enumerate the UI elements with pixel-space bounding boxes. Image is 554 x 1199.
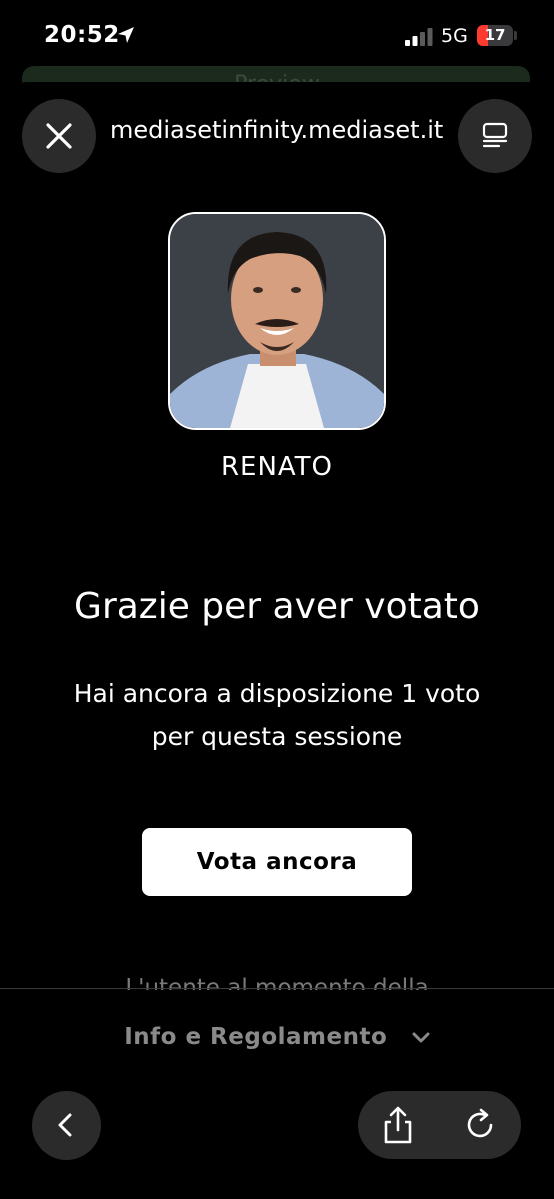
reload-icon[interactable] xyxy=(462,1107,498,1143)
reader-menu-button[interactable] xyxy=(458,99,532,173)
candidate-photo xyxy=(168,212,386,430)
chevron-down-icon xyxy=(412,1032,430,1042)
location-arrow-icon xyxy=(118,27,134,43)
info-rules-toggle[interactable]: Info e Regolamento xyxy=(0,1024,554,1050)
battery-icon: 17 xyxy=(477,25,513,46)
battery-level: 17 xyxy=(484,26,506,44)
status-bar: 20:52 5G 17 xyxy=(0,0,554,70)
subtitle-line-1: Hai ancora a disposizione 1 voto xyxy=(73,679,481,708)
confirmation-subtitle: Hai ancora a disposizione 1 voto per que… xyxy=(30,672,524,758)
network-type: 5G xyxy=(441,25,468,47)
url-bar[interactable]: mediasetinfinity.mediaset.it xyxy=(110,116,455,144)
back-button[interactable] xyxy=(32,1091,101,1160)
battery-tip xyxy=(514,31,517,40)
partial-text: L'utente al momento della xyxy=(125,975,429,990)
close-button[interactable] xyxy=(22,99,96,173)
close-icon xyxy=(46,123,72,149)
reader-menu-icon xyxy=(482,122,508,148)
chevron-left-icon xyxy=(58,1113,72,1137)
url-text: mediasetinfinity.mediaset.it xyxy=(110,116,444,144)
subtitle-line-2: per questa sessione xyxy=(151,722,403,751)
signal-icon xyxy=(405,28,433,46)
confirmation-title: Grazie per aver votato xyxy=(74,586,480,627)
browser-actions xyxy=(358,1091,521,1159)
vote-again-button[interactable]: Vota ancora xyxy=(142,828,412,896)
info-rules-label: Info e Regolamento xyxy=(124,1024,388,1050)
divider xyxy=(0,988,554,989)
candidate-portrait xyxy=(170,214,384,428)
status-time: 20:52 xyxy=(44,22,120,48)
candidate-name: RENATO xyxy=(220,452,334,482)
share-icon[interactable] xyxy=(380,1105,416,1145)
